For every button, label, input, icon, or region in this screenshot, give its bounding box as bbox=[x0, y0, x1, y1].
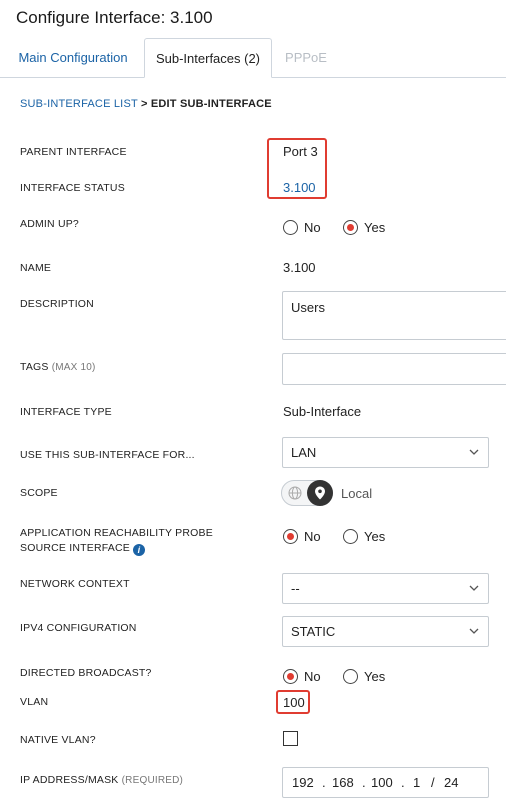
ip-address-input[interactable]: 192 . 168 . 100 . 1 / 24 bbox=[282, 767, 489, 798]
admin-up-label: ADMIN UP? bbox=[20, 218, 79, 230]
tab-sub-interfaces[interactable]: Sub-Interfaces (2) bbox=[144, 38, 272, 78]
app-probe-label-line2-wrap: SOURCE INTERFACE i bbox=[20, 541, 213, 556]
network-context-label: NETWORK CONTEXT bbox=[20, 578, 130, 590]
directed-broadcast-label: DIRECTED BROADCAST? bbox=[20, 667, 152, 679]
app-probe-yes-radio[interactable]: Yes bbox=[343, 529, 385, 544]
ip-mask[interactable]: 24 bbox=[444, 775, 458, 790]
scope-toggle[interactable] bbox=[281, 480, 333, 506]
network-context-select[interactable]: -- bbox=[282, 573, 489, 604]
ip-dot: . bbox=[362, 775, 366, 790]
chevron-down-icon bbox=[469, 585, 479, 591]
tab-bar: Main Configuration Sub-Interfaces (2) PP… bbox=[0, 38, 506, 78]
radio-circle-selected bbox=[283, 529, 298, 544]
interface-type-value: Sub-Interface bbox=[283, 404, 362, 419]
tags-label: TAGS (MAX 10) bbox=[20, 360, 96, 375]
ip-address-label: IP ADDRESS/MASK (REQUIRED) bbox=[20, 773, 183, 788]
radio-circle bbox=[283, 220, 298, 235]
interface-status-label: INTERFACE STATUS bbox=[20, 182, 125, 194]
breadcrumb-sub-interface-list[interactable]: SUB-INTERFACE LIST bbox=[20, 98, 138, 110]
radio-circle-selected bbox=[343, 220, 358, 235]
info-icon[interactable]: i bbox=[132, 544, 145, 556]
page-title: Configure Interface: 3.100 bbox=[16, 8, 213, 27]
tags-hint: (MAX 10) bbox=[51, 362, 96, 373]
description-input[interactable]: Users bbox=[282, 291, 506, 340]
name-label: NAME bbox=[20, 262, 52, 274]
description-value: Users bbox=[291, 300, 325, 315]
chevron-down-icon bbox=[469, 628, 479, 634]
vlan-label: VLAN bbox=[20, 696, 49, 708]
use-for-label: USE THIS SUB-INTERFACE FOR... bbox=[20, 449, 195, 461]
use-for-value: LAN bbox=[291, 445, 317, 460]
ip-dot: . bbox=[322, 775, 326, 790]
app-probe-no-label: No bbox=[304, 529, 321, 544]
breadcrumb: SUB-INTERFACE LIST > EDIT SUB-INTERFACE bbox=[20, 98, 272, 110]
app-probe-no-radio[interactable]: No bbox=[283, 529, 321, 544]
chevron-down-icon bbox=[469, 449, 479, 455]
admin-up-yes-radio[interactable]: Yes bbox=[343, 220, 385, 235]
radio-circle-selected bbox=[283, 669, 298, 684]
app-probe-yes-label: Yes bbox=[364, 529, 386, 544]
admin-up-yes-label: Yes bbox=[364, 220, 386, 235]
globe-icon bbox=[288, 486, 302, 500]
tags-label-text: TAGS bbox=[20, 361, 49, 373]
ip-octet-1[interactable]: 192 bbox=[292, 775, 314, 790]
scope-toggle-group: Local bbox=[281, 480, 372, 506]
network-context-value: -- bbox=[291, 581, 300, 596]
scope-value: Local bbox=[341, 485, 373, 501]
app-probe-label-line2: SOURCE INTERFACE bbox=[20, 542, 130, 554]
ipv4-config-label: IPV4 CONFIGURATION bbox=[20, 622, 137, 634]
toggle-knob bbox=[307, 480, 333, 506]
ip-octet-3[interactable]: 100 bbox=[371, 775, 393, 790]
ip-address-hint: (REQUIRED) bbox=[121, 775, 184, 786]
ipv4-config-select[interactable]: STATIC bbox=[282, 616, 489, 647]
directed-broadcast-no-label: No bbox=[304, 669, 321, 684]
admin-up-no-radio[interactable]: No bbox=[283, 220, 321, 235]
directed-broadcast-yes-label: Yes bbox=[364, 669, 386, 684]
directed-broadcast-yes-radio[interactable]: Yes bbox=[343, 669, 385, 684]
ip-octet-4[interactable]: 1 bbox=[413, 775, 420, 790]
scope-label: SCOPE bbox=[20, 487, 58, 499]
name-value: 3.100 bbox=[283, 260, 316, 275]
breadcrumb-current: EDIT SUB-INTERFACE bbox=[150, 98, 272, 110]
location-pin-icon bbox=[315, 486, 325, 500]
interface-type-label: INTERFACE TYPE bbox=[20, 406, 112, 418]
tab-main-configuration[interactable]: Main Configuration bbox=[8, 38, 138, 77]
radio-circle bbox=[343, 529, 358, 544]
native-vlan-label: NATIVE VLAN? bbox=[20, 734, 96, 746]
ip-address-label-text: IP ADDRESS/MASK bbox=[20, 774, 119, 786]
highlight-box-parent-status bbox=[267, 138, 327, 199]
native-vlan-checkbox[interactable] bbox=[283, 731, 298, 746]
ip-slash: / bbox=[431, 775, 435, 790]
tags-input[interactable] bbox=[282, 353, 506, 385]
parent-interface-label: PARENT INTERFACE bbox=[20, 146, 127, 158]
ip-octet-2[interactable]: 168 bbox=[332, 775, 354, 790]
breadcrumb-separator: > bbox=[140, 98, 148, 110]
app-probe-label: APPLICATION REACHABILITY PROBE SOURCE IN… bbox=[20, 526, 213, 556]
directed-broadcast-no-radio[interactable]: No bbox=[283, 669, 321, 684]
app-probe-label-line1: APPLICATION REACHABILITY PROBE bbox=[20, 527, 213, 539]
admin-up-no-label: No bbox=[304, 220, 321, 235]
use-for-select[interactable]: LAN bbox=[282, 437, 489, 468]
highlight-box-vlan bbox=[276, 690, 310, 714]
ip-dot: . bbox=[401, 775, 405, 790]
radio-circle bbox=[343, 669, 358, 684]
description-label: DESCRIPTION bbox=[20, 298, 94, 310]
tab-pppoe: PPPoE bbox=[285, 50, 327, 65]
ipv4-config-value: STATIC bbox=[291, 624, 336, 639]
